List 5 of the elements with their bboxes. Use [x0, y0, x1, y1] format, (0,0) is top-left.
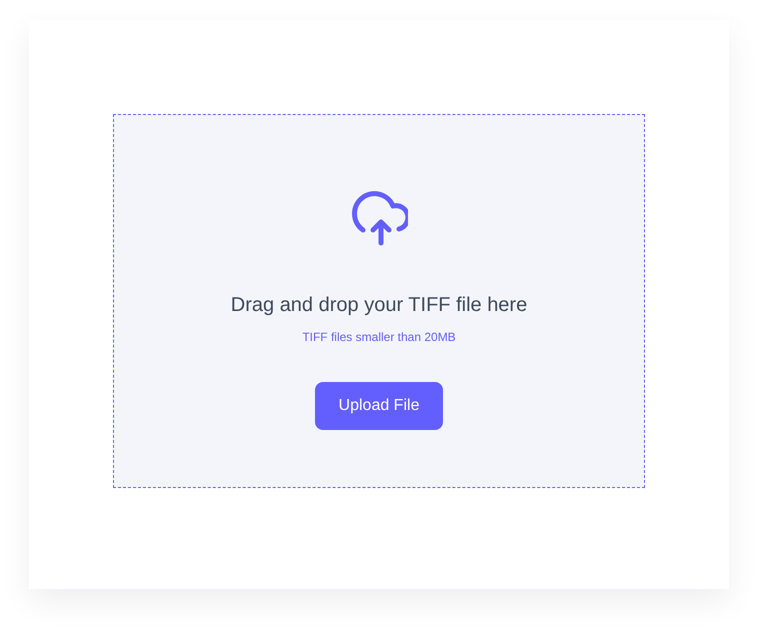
drop-zone[interactable]: Drag and drop your TIFF file here TIFF files smaller than 20MB Upload File: [113, 114, 645, 488]
upload-button[interactable]: Upload File: [314, 382, 444, 430]
file-size-hint: TIFF files smaller than 20MB: [302, 329, 456, 345]
dropzone-title: Drag and drop your TIFF file here: [230, 293, 528, 318]
cloud-upload-icon: [350, 189, 408, 247]
